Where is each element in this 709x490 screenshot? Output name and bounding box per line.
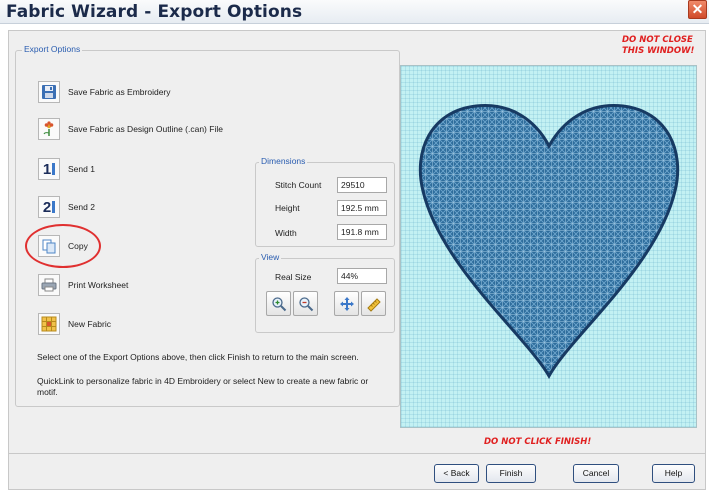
zoom-out-button[interactable] [293, 291, 318, 316]
measure-button[interactable] [361, 291, 386, 316]
print-worksheet-option[interactable]: Print Worksheet [38, 274, 128, 296]
option-label: Save Fabric as Design Outline (.can) Fil… [68, 124, 223, 134]
heart-design-icon [418, 103, 680, 380]
finish-button[interactable]: Finish [486, 464, 536, 483]
instructions-text-1: Select one of the Export Options above, … [37, 352, 359, 362]
annotation-circle [25, 224, 101, 268]
option-label: Print Worksheet [68, 280, 129, 290]
warning-line-1: DO NOT CLOSE [622, 35, 693, 45]
export-options-legend: Export Options [22, 44, 83, 54]
width-value: 191.8 mm [337, 224, 387, 240]
new-fabric-option[interactable]: New Fabric [38, 313, 111, 335]
option-label: Send 2 [68, 202, 95, 212]
send-1-option[interactable]: 1 Send 1 [38, 158, 95, 180]
title-bar: Fabric Wizard - Export Options ✕ [0, 0, 709, 24]
height-label: Height [275, 203, 300, 213]
back-button[interactable]: < Back [434, 464, 479, 483]
close-button[interactable]: ✕ [688, 0, 707, 19]
send-2-option[interactable]: 2 Send 2 [38, 196, 95, 218]
zoom-in-icon [271, 296, 286, 311]
measure-icon [366, 297, 381, 312]
option-label: Send 1 [68, 164, 95, 174]
warning-do-not-click-finish: DO NOT CLICK FINISH! [484, 437, 592, 447]
printer-icon[interactable] [38, 274, 60, 296]
view-legend: View [259, 252, 282, 262]
save-as-embroidery-option[interactable]: Save Fabric as Embroidery [38, 81, 171, 103]
warning-do-not-close: DO NOT CLOSE THIS WINDOW! [622, 35, 694, 57]
instructions-text-2: QuickLink to personalize fabric in 4D Em… [37, 376, 369, 397]
width-label: Width [275, 228, 297, 238]
option-label: Save Fabric as Embroidery [68, 87, 171, 97]
floppy-disk-icon[interactable] [38, 81, 60, 103]
stitch-count-label: Stitch Count [275, 180, 322, 190]
zoom-out-icon [298, 296, 313, 311]
window-title: Fabric Wizard - Export Options [6, 2, 303, 22]
height-value: 192.5 mm [337, 200, 387, 216]
flower-outline-icon[interactable] [38, 118, 60, 140]
real-size-value: 44% [337, 268, 387, 284]
warning-line-2: THIS WINDOW! [622, 46, 695, 56]
pan-icon [339, 296, 354, 311]
zoom-in-button[interactable] [266, 291, 291, 316]
dimensions-legend: Dimensions [259, 156, 308, 166]
real-size-label: Real Size [275, 272, 312, 282]
new-fabric-icon[interactable] [38, 313, 60, 335]
option-label: New Fabric [68, 319, 111, 329]
send-2-icon[interactable]: 2 [38, 196, 60, 218]
save-as-outline-option[interactable]: Save Fabric as Design Outline (.can) Fil… [38, 118, 223, 140]
button-separator [9, 453, 705, 454]
design-preview-canvas[interactable] [400, 65, 697, 428]
cancel-button[interactable]: Cancel [573, 464, 619, 483]
stitch-count-value: 29510 [337, 177, 387, 193]
send-1-icon[interactable]: 1 [38, 158, 60, 180]
pan-button[interactable] [334, 291, 359, 316]
help-button[interactable]: Help [652, 464, 695, 483]
